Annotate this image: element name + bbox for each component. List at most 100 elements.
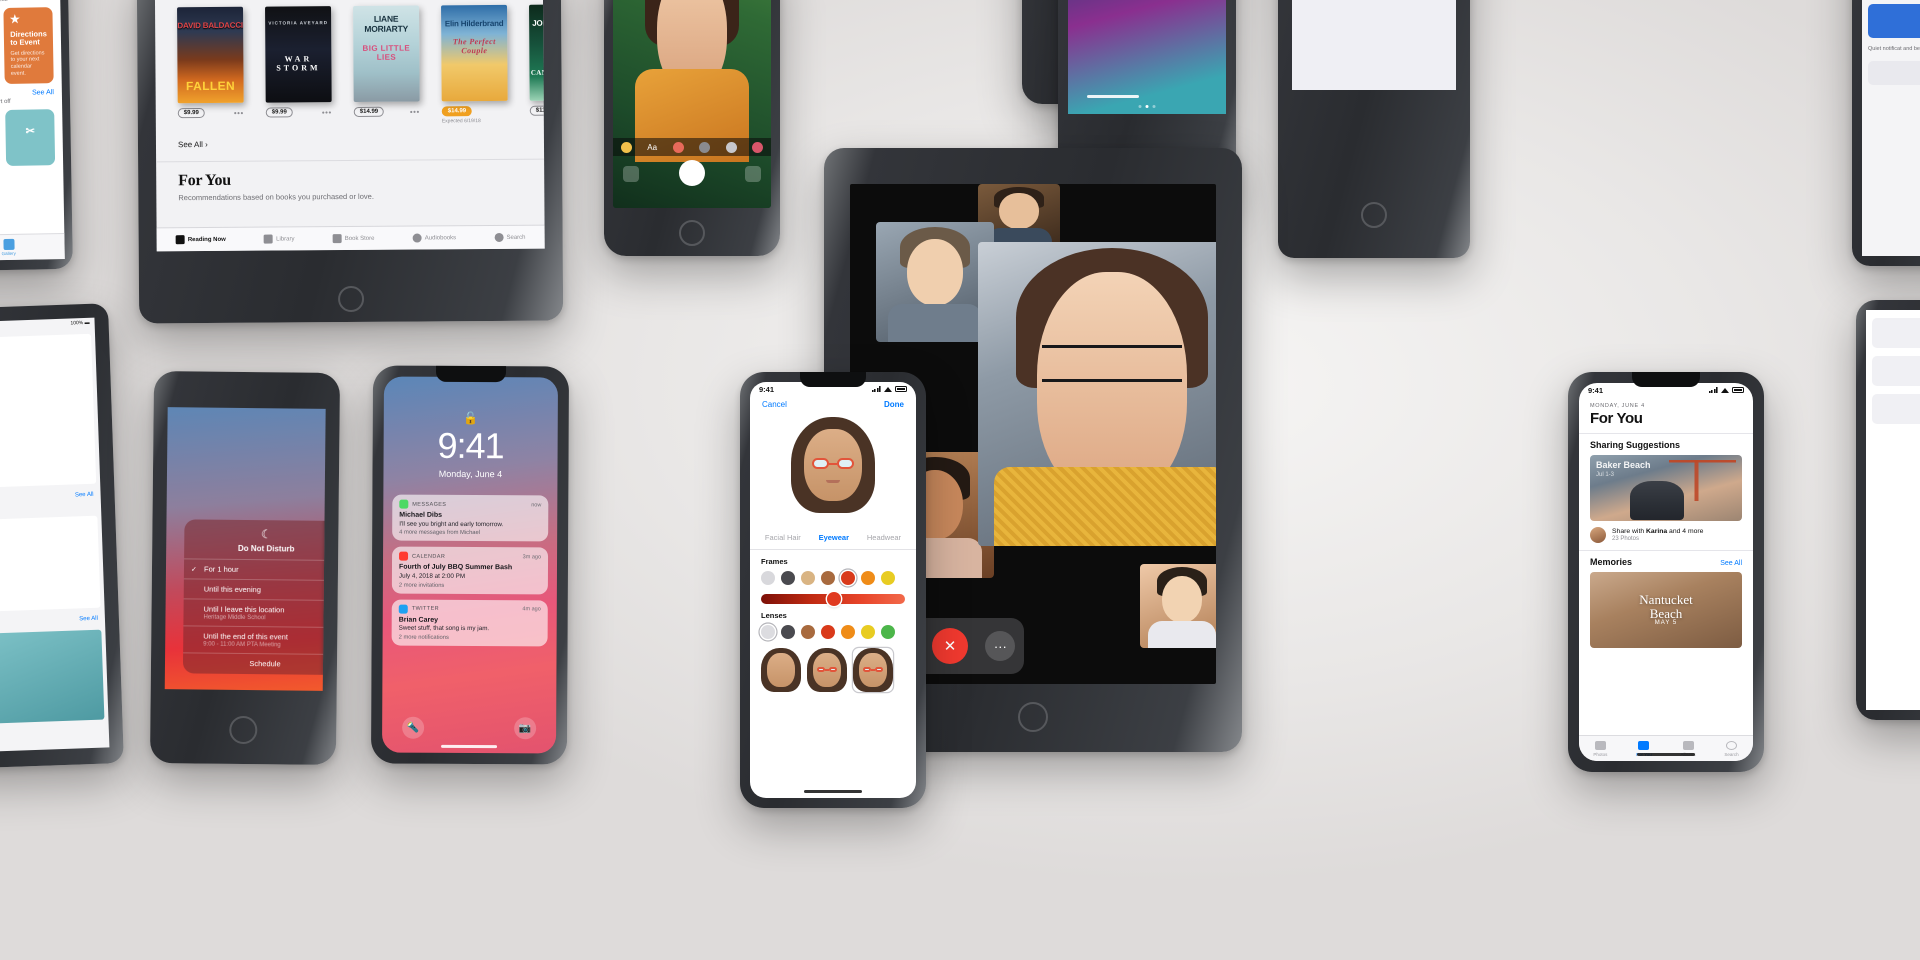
tab-facial-hair[interactable]: Facial Hair [765,533,801,542]
stickers-icon[interactable] [752,141,764,153]
book-cover[interactable]: JOHN GRISHAM CAMINO ISLAND [529,4,545,101]
frame-color-swatch[interactable] [761,571,775,585]
list-item[interactable] [1872,356,1920,386]
memory-card[interactable]: Nantucket Beach MAY 5 [1590,572,1742,648]
shortcut-card-directions[interactable]: ★ Directions to Event Get directions to … [3,7,54,84]
facetime-participant-left[interactable] [876,222,994,342]
end-call-icon[interactable]: ✕ [931,628,968,664]
frame-color-swatch[interactable] [801,571,815,585]
book-price-button[interactable]: $14.99 [441,106,473,117]
dnd-schedule-button[interactable]: Schedule [182,652,326,670]
lens-color-swatch[interactable] [861,625,875,639]
sharing-suggestion-card[interactable]: Baker Beach Jul 1-3 [1590,455,1742,521]
frame-color-swatch[interactable] [861,571,875,585]
lens-color-swatch[interactable] [801,625,815,639]
lens-color-swatch[interactable] [821,625,835,639]
home-button[interactable] [229,715,258,745]
frame-color-swatch[interactable] [821,571,835,585]
tab-search[interactable]: Search [1724,740,1739,757]
home-button[interactable] [337,285,365,313]
book-card[interactable]: DAVID BALDACCI FALLEN $9.99 ••• [177,6,244,126]
book-price-button[interactable]: $9.99 [177,108,205,119]
page-dot[interactable] [1152,105,1156,108]
tab-search[interactable]: Search [494,232,525,242]
shortcut-card-teal[interactable]: ✂ [5,109,56,166]
book-card[interactable]: VICTORIA AVEYARD WAR STORM $9.99 ••• [265,6,332,125]
text-icon[interactable]: Aa [647,143,657,152]
dnd-option-until-this-evening[interactable]: Until this evening [183,578,326,601]
book-more-icon[interactable]: ••• [410,107,420,116]
share-suffix: and 4 more [1667,528,1704,535]
tab-audiobooks[interactable]: Audiobooks [412,233,456,243]
screentime-screen: SCREEN TIME Today at 9:41 PM 2h 45m ⊕ 42… [1292,0,1456,90]
shapes-icon[interactable] [672,141,684,153]
home-button[interactable] [679,220,705,246]
book-price-button[interactable]: $9.99 [265,107,293,118]
camera-icon[interactable]: 📷 [514,717,537,740]
book-cover[interactable]: VICTORIA AVEYARD WAR STORM [265,6,332,103]
filters-icon[interactable] [725,141,737,153]
flip-camera-button[interactable] [745,166,761,182]
book-more-icon[interactable]: ••• [234,108,244,117]
share-prefix: Share with [1612,528,1647,535]
shutter-button[interactable] [679,160,705,186]
book-card[interactable]: LIANE MORIARTY BIG LITTLE LIES $14.99 ••… [353,5,420,125]
dnd-option-for-1-hour[interactable]: ✓ For 1 hour [183,558,326,581]
notification-twitter[interactable]: TWITTER 4m ago Brian Carey Sweet stuff, … [391,599,548,647]
settings-card-2[interactable] [1868,4,1920,38]
ipad-left-see-all-2[interactable]: See All [0,611,105,630]
book-cover[interactable]: DAVID BALDACCI FALLEN [177,6,244,104]
dnd-option-until-end-of-event[interactable]: Until the end of this event 9:00 - 11:00… [183,625,326,655]
list-item[interactable] [1872,318,1920,348]
settings-card-3[interactable] [1868,61,1920,86]
effects-button[interactable] [623,166,639,182]
memoji-variant-selected[interactable] [853,648,893,692]
shortcut-card-red[interactable] [0,110,1,167]
page-dot[interactable] [1138,105,1142,108]
lens-color-swatch[interactable] [781,625,795,639]
tab-reading-now[interactable]: Reading Now [175,235,226,245]
book-card[interactable]: Elin Hilderbrand The Perfect Couple $14.… [441,4,508,124]
home-button[interactable] [1361,202,1387,228]
books-see-all[interactable]: See All › [156,124,544,150]
list-item[interactable] [1872,394,1920,424]
frame-color-swatch-selected[interactable] [841,571,855,585]
cancel-button[interactable]: Cancel [762,400,787,409]
book-cover[interactable]: Elin Hilderbrand The Perfect Couple [441,4,508,102]
share-row[interactable]: Share with Karina and 4 more 23 Photos [1579,521,1753,550]
facetime-main-speaker[interactable] [978,242,1216,546]
frame-color-swatch[interactable] [781,571,795,585]
book-card[interactable]: JOHN GRISHAM CAMINO ISLAND $11.99 ••• [529,4,545,123]
tab-photos[interactable]: Photos [1593,740,1607,757]
slider-knob[interactable] [827,592,842,606]
memories-see-all[interactable]: See All [1720,560,1742,567]
done-button[interactable]: Done [884,400,904,409]
memoji-icon[interactable] [699,141,711,153]
memoji-preview[interactable] [791,417,875,513]
tab-library[interactable]: Library [264,234,294,244]
frame-color-slider[interactable] [761,592,905,606]
tab-gallery-label[interactable]: Gallery [1,251,15,256]
facetime-participant-bottom-right[interactable] [1140,564,1216,648]
book-price-button[interactable]: $11.99 [529,105,545,116]
book-price-button[interactable]: $14.99 [353,106,385,117]
tab-headwear[interactable]: Headwear [867,533,901,542]
lens-color-swatch[interactable] [841,625,855,639]
flashlight-icon[interactable]: 🔦 [402,716,425,739]
lens-color-swatch[interactable] [881,625,895,639]
memoji-variant[interactable] [761,648,801,692]
notification-messages[interactable]: MESSAGES now Michael Dibs I'll see you b… [392,494,549,542]
effects-icon[interactable] [620,141,632,153]
home-button[interactable] [1018,702,1048,732]
book-cover[interactable]: LIANE MORIARTY BIG LITTLE LIES [353,5,420,102]
frame-color-swatch[interactable] [881,571,895,585]
more-icon[interactable]: ··· [985,631,1016,661]
page-dot-active[interactable] [1145,105,1149,108]
tab-eyewear[interactable]: Eyewear [819,533,849,542]
lens-color-swatch-selected[interactable] [761,625,775,639]
book-more-icon[interactable]: ••• [322,108,332,117]
memoji-variant[interactable] [807,648,847,692]
dnd-option-until-leave-location[interactable]: Until I leave this location Heritage Mid… [183,598,326,628]
notification-calendar[interactable]: CALENDAR 3m ago Fourth of July BBQ Summe… [391,546,549,595]
tab-book-store[interactable]: Book Store [332,234,375,244]
